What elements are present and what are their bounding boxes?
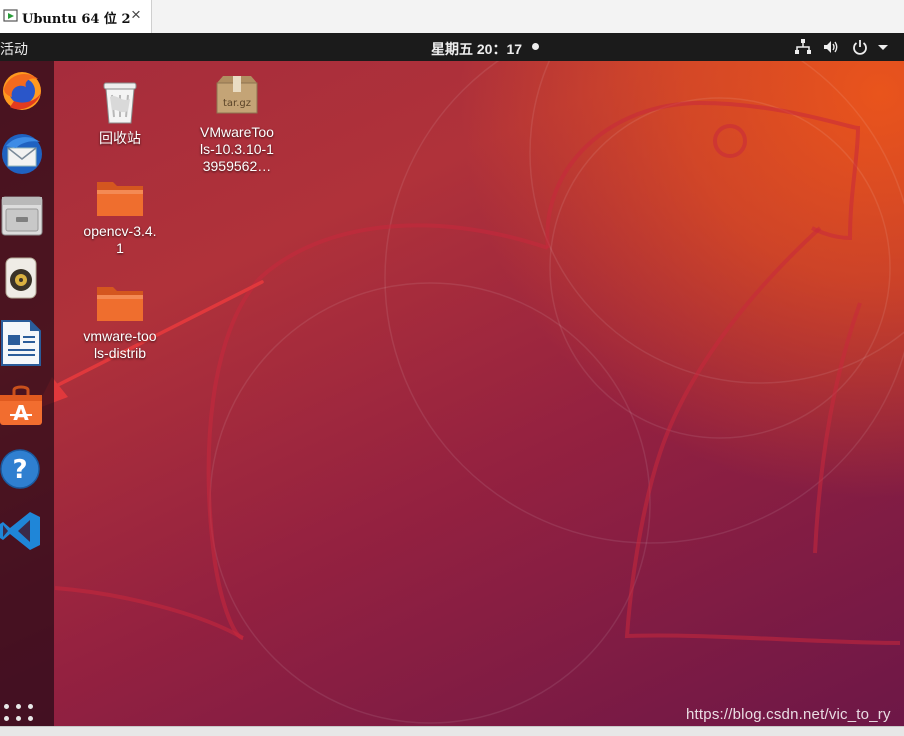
thunderbird-icon xyxy=(2,134,42,174)
rhythmbox-icon xyxy=(5,257,37,299)
top-bar: 活动 星期五 20：17 xyxy=(0,33,904,61)
dock-item-rhythmbox[interactable] xyxy=(0,256,44,304)
dock-item-ubuntu-software[interactable]: A xyxy=(0,382,44,430)
desktop-icon-trash[interactable]: 回收站 xyxy=(82,77,158,147)
ubuntu-desktop: 活动 星期五 20：17 A ? 回收站 tar.gz VMwareTools-… xyxy=(0,33,904,726)
vm-tab-bar: Ubuntu 64 位 2 × xyxy=(0,0,904,34)
desktop-icon-opencv-folder[interactable]: opencv-3.4.1 xyxy=(82,178,158,257)
network-icon[interactable] xyxy=(794,38,812,56)
files-icon xyxy=(1,196,43,236)
desktop-icon-vmware-tools-folder[interactable]: vmware-tools-distrib xyxy=(82,283,158,362)
clock[interactable]: 星期五 20：17 xyxy=(431,39,522,59)
svg-text:A: A xyxy=(13,401,29,425)
opencv-label: opencv-3.4.1 xyxy=(83,223,157,256)
dock-item-vscode[interactable] xyxy=(0,508,44,556)
dock-item-help[interactable]: ? xyxy=(0,445,44,493)
archive-icon: tar.gz xyxy=(216,76,258,114)
watermark: https://blog.csdn.net/vic_to_ry xyxy=(686,706,891,723)
desktop-icon-vmwaretools-archive[interactable]: tar.gz VMwareTools-10.3.10-13959562… xyxy=(199,75,275,175)
vmware-tools-label: vmware-tools-distrib xyxy=(83,328,157,361)
dock-item-thunderbird[interactable] xyxy=(0,130,44,178)
folder-icon xyxy=(97,182,143,216)
show-applications-button[interactable] xyxy=(4,704,36,726)
close-tab-icon[interactable]: × xyxy=(131,5,141,25)
folder-icon xyxy=(97,287,143,321)
vm-tab[interactable]: Ubuntu 64 位 2 × xyxy=(0,0,152,33)
trash-label: 回收站 xyxy=(99,130,141,146)
libreoffice-writer-icon xyxy=(1,320,41,366)
power-icon[interactable] xyxy=(851,38,869,56)
vm-running-icon xyxy=(3,9,18,22)
activities-button[interactable]: 活动 xyxy=(0,39,28,59)
firefox-icon xyxy=(3,72,41,110)
trash-icon xyxy=(103,82,137,124)
dock-item-firefox[interactable] xyxy=(0,67,44,115)
dock-item-files[interactable] xyxy=(0,193,44,241)
archive-badge: tar.gz xyxy=(223,98,251,109)
archive-label: VMwareTools-10.3.10-13959562… xyxy=(200,124,274,174)
volume-icon[interactable] xyxy=(822,38,840,56)
vscode-icon xyxy=(0,512,40,550)
help-icon: ? xyxy=(0,449,40,489)
dock: A ? xyxy=(0,61,54,726)
svg-text:?: ? xyxy=(12,455,27,485)
notification-dot xyxy=(532,43,539,50)
chevron-down-icon[interactable] xyxy=(876,38,890,56)
vm-tab-title: Ubuntu 64 位 2 xyxy=(22,12,131,27)
ubuntu-software-icon: A xyxy=(0,385,42,425)
dock-item-writer[interactable] xyxy=(0,319,44,367)
